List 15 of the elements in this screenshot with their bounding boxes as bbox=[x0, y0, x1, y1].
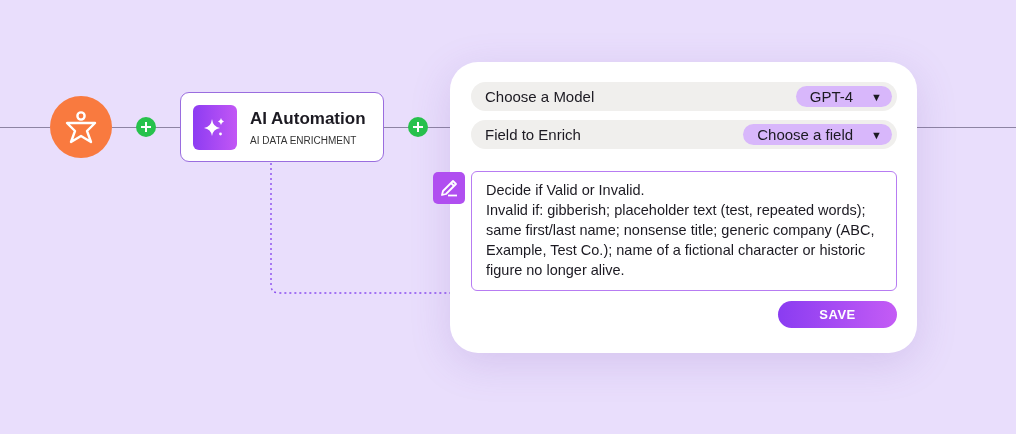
automation-node[interactable]: AI Automation AI DATA ENRICHMENT bbox=[180, 92, 384, 162]
connector-line bbox=[0, 126, 51, 129]
pencil-icon[interactable] bbox=[433, 172, 465, 204]
sparkle-icon bbox=[193, 104, 237, 150]
node-subtitle: AI DATA ENRICHMENT bbox=[250, 134, 358, 146]
prompt-field[interactable]: Decide if Valid or Invalid. Invalid if: gibberish; placeholder text (test, repeated words); same first/last name; nonsense title; generic company (ABC, Example, Test Co.); name of a fictional character or historic figure no longer alive. bbox=[471, 171, 897, 291]
field-label: Field to Enrich bbox=[485, 126, 581, 143]
person-star-icon bbox=[63, 109, 99, 145]
add-step-icon[interactable] bbox=[136, 117, 156, 137]
dropdown[interactable]: GPT-4 ▼ bbox=[795, 86, 892, 107]
dropdown[interactable]: Choose a field ▼ bbox=[743, 124, 892, 145]
node-title: AI Automation bbox=[250, 108, 366, 129]
field-label: Choose a Model bbox=[485, 88, 595, 105]
add-step-icon[interactable] bbox=[408, 117, 428, 137]
save-button[interactable]: SAVE bbox=[778, 301, 897, 328]
